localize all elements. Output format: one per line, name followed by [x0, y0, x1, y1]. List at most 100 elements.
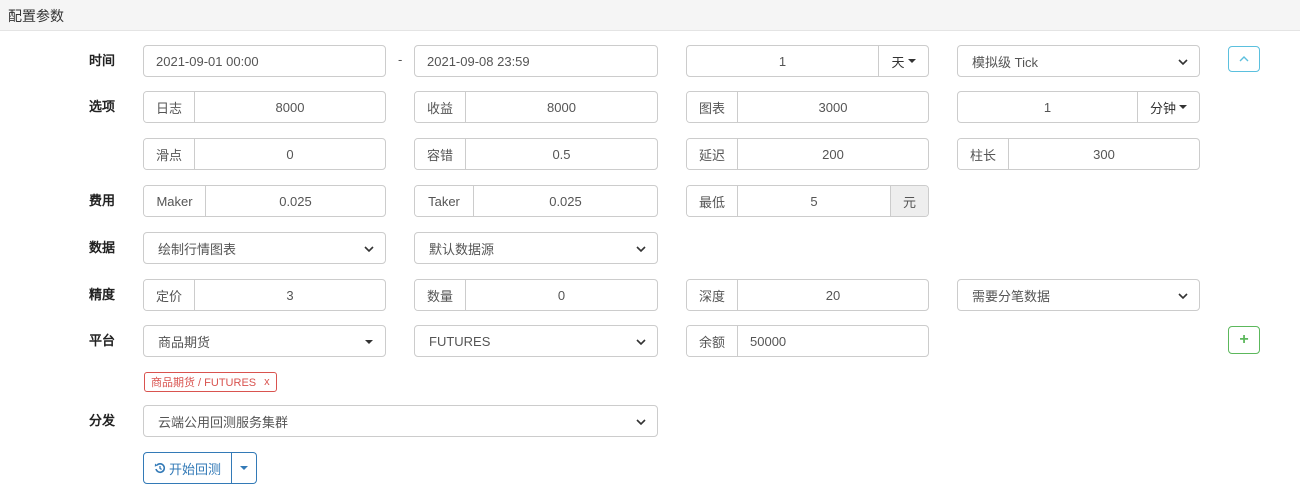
- data-source-value: 默认数据源: [429, 241, 495, 257]
- start-backtest-group: 开始回测: [143, 452, 258, 484]
- taker-fee-group: Taker 0.025: [414, 185, 658, 217]
- kline-group: 1 分钟: [957, 91, 1200, 123]
- chevron-down-icon: [636, 339, 646, 346]
- chart-group: 图表 3000: [686, 91, 929, 123]
- bar-length-input[interactable]: 300: [1009, 139, 1199, 169]
- label-distribute: 分发: [89, 413, 116, 428]
- caret-down-icon: [365, 340, 373, 344]
- maker-addon: Maker: [144, 186, 206, 216]
- price-precision-input[interactable]: 3: [195, 280, 385, 310]
- chevron-down-icon: [1178, 59, 1188, 66]
- data-source-select[interactable]: 默认数据源: [414, 232, 658, 264]
- cluster-value: 云端公用回测服务集群: [158, 414, 289, 430]
- chevron-down-icon: [364, 246, 374, 253]
- slippage-addon: 滑点: [144, 139, 195, 169]
- end-time-value: 2021-09-08 23:59: [427, 53, 530, 69]
- collapse-button[interactable]: [1228, 46, 1260, 72]
- delay-input[interactable]: 200: [738, 139, 928, 169]
- price-precision-group: 定价 3: [143, 279, 386, 311]
- label-time: 时间: [89, 53, 116, 68]
- panel-title: 配置参数: [8, 8, 64, 24]
- min-fee-unit: 元: [890, 186, 928, 216]
- contract-value: FUTURES: [429, 333, 491, 349]
- maker-fee-group: Maker 0.025: [143, 185, 386, 217]
- slippage-input[interactable]: 0: [195, 139, 385, 169]
- chevron-down-icon: [636, 419, 646, 426]
- chart-addon: 图表: [687, 92, 738, 122]
- kline-unit-label: 分钟: [1149, 100, 1176, 116]
- label-platform: 平台: [89, 333, 116, 348]
- min-fee-input[interactable]: 5: [738, 186, 890, 216]
- bar-length-group: 柱长 300: [957, 138, 1200, 170]
- chart-draw-select[interactable]: 绘制行情图表: [143, 232, 386, 264]
- tick-mode-select[interactable]: 模拟级 Tick: [957, 45, 1200, 77]
- slippage-group: 滑点 0: [143, 138, 386, 170]
- price-precision-addon: 定价: [144, 280, 195, 310]
- maker-fee-input[interactable]: 0.025: [206, 186, 385, 216]
- label-precision: 精度: [89, 287, 116, 302]
- period-unit-dropdown[interactable]: 天: [878, 46, 928, 76]
- plus-icon: +: [1239, 331, 1249, 348]
- range-separator: -: [398, 52, 403, 67]
- min-fee-group: 最低 5 元: [686, 185, 929, 217]
- qty-precision-group: 数量 0: [414, 279, 658, 311]
- contract-select[interactable]: FUTURES: [414, 325, 658, 357]
- end-time-input[interactable]: 2021-09-08 23:59: [414, 45, 658, 77]
- chevron-up-icon: [1239, 56, 1249, 62]
- label-options: 选项: [89, 99, 116, 114]
- tolerance-addon: 容错: [415, 139, 466, 169]
- balance-addon: 余额: [687, 326, 738, 356]
- log-group: 日志 8000: [143, 91, 386, 123]
- tick-data-value: 需要分笔数据: [972, 288, 1051, 304]
- tick-data-select[interactable]: 需要分笔数据: [957, 279, 1200, 311]
- delay-addon: 延迟: [687, 139, 738, 169]
- start-backtest-button[interactable]: 开始回测: [143, 452, 233, 484]
- platform-tag: 商品期货 / FUTURES x: [144, 372, 277, 392]
- depth-addon: 深度: [687, 280, 738, 310]
- taker-fee-input[interactable]: 0.025: [474, 186, 657, 216]
- start-time-value: 2021-09-01 00:00: [156, 53, 259, 69]
- depth-input[interactable]: 20: [738, 280, 928, 310]
- log-addon: 日志: [144, 92, 195, 122]
- tolerance-group: 容错 0.5: [414, 138, 658, 170]
- panel-header: 配置参数: [0, 0, 1300, 31]
- start-backtest-label: 开始回测: [169, 461, 222, 477]
- caret-down-icon: [907, 59, 916, 63]
- platform-tag-label: 商品期货 / FUTURES: [151, 377, 257, 389]
- bar-length-addon: 柱长: [958, 139, 1009, 169]
- profit-group: 收益 8000: [414, 91, 658, 123]
- chevron-down-icon: [1178, 293, 1188, 300]
- taker-addon: Taker: [415, 186, 474, 216]
- balance-input[interactable]: 50000: [738, 326, 928, 356]
- remove-tag-button[interactable]: x: [264, 376, 270, 388]
- qty-precision-input[interactable]: 0: [466, 280, 657, 310]
- chart-draw-value: 绘制行情图表: [158, 241, 237, 257]
- start-backtest-dropdown[interactable]: [232, 452, 258, 484]
- label-data: 数据: [89, 240, 116, 255]
- tolerance-input[interactable]: 0.5: [466, 139, 657, 169]
- exchange-select[interactable]: 商品期货: [143, 325, 386, 357]
- cluster-select[interactable]: 云端公用回测服务集群: [143, 405, 658, 437]
- profit-input[interactable]: 8000: [466, 92, 657, 122]
- period-group: 1 天: [686, 45, 929, 77]
- balance-group: 余额 50000: [686, 325, 929, 357]
- history-icon: [154, 463, 166, 473]
- period-input[interactable]: 1: [687, 46, 878, 76]
- chart-input[interactable]: 3000: [738, 92, 928, 122]
- tick-mode-value: 模拟级 Tick: [972, 54, 1038, 70]
- caret-down-icon: [240, 466, 249, 470]
- kline-input[interactable]: 1: [958, 92, 1137, 122]
- qty-precision-addon: 数量: [415, 280, 466, 310]
- min-fee-addon: 最低: [687, 186, 738, 216]
- caret-down-icon: [1179, 105, 1187, 109]
- log-input[interactable]: 8000: [195, 92, 385, 122]
- kline-unit-dropdown[interactable]: 分钟: [1137, 92, 1199, 122]
- delay-group: 延迟 200: [686, 138, 929, 170]
- label-fee: 费用: [89, 193, 116, 208]
- exchange-value: 商品期货: [158, 334, 211, 350]
- profit-addon: 收益: [415, 92, 466, 122]
- chevron-down-icon: [636, 246, 646, 253]
- add-platform-button[interactable]: +: [1228, 326, 1260, 354]
- period-unit-label: 天: [891, 54, 905, 70]
- start-time-input[interactable]: 2021-09-01 00:00: [143, 45, 386, 77]
